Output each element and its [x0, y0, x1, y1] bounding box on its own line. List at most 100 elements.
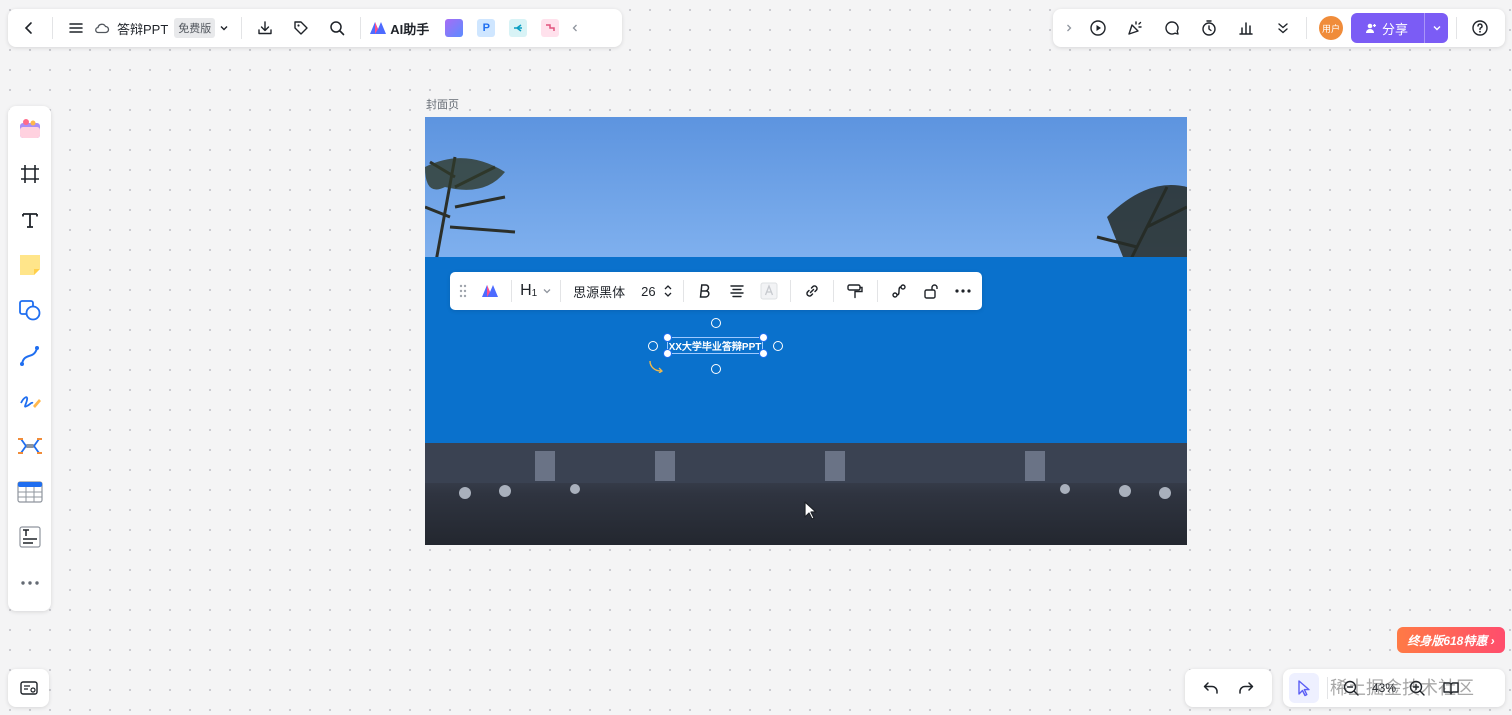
comment-button[interactable] [1157, 13, 1187, 43]
mindmap-tool[interactable] [13, 430, 47, 464]
heading-select[interactable]: H 1 [520, 282, 552, 300]
ai-assistant-button[interactable]: AI助手 [369, 19, 429, 38]
resize-handle-bottom-left[interactable] [663, 349, 672, 358]
zoom-in-button[interactable] [1402, 673, 1432, 703]
app-shortcut-1[interactable] [439, 13, 469, 43]
background-photo-ground [425, 443, 1187, 545]
font-size-stepper[interactable] [662, 277, 675, 305]
connector-tool[interactable] [13, 339, 47, 373]
app-shortcut-4[interactable] [535, 13, 565, 43]
frame-tool[interactable] [13, 157, 47, 191]
party-popper-icon [1128, 21, 1142, 35]
zoom-out-icon [1343, 680, 1359, 696]
table-tool[interactable] [13, 475, 47, 509]
gradient-app-icon [445, 19, 464, 37]
promo-badge[interactable]: 终身版618特惠 › [1397, 627, 1505, 653]
app-shortcut-3[interactable] [503, 13, 533, 43]
resize-handle-bottom-right[interactable] [759, 349, 768, 358]
more-horizontal-icon [20, 580, 39, 585]
divider [790, 280, 792, 302]
connect-button[interactable] [886, 277, 912, 305]
ai-logo-icon [370, 22, 387, 34]
heading-level: 1 [531, 288, 538, 299]
bar-chart-icon [1239, 22, 1253, 35]
bold-icon [699, 284, 710, 298]
drag-handle[interactable] [456, 277, 471, 305]
search-icon [330, 21, 345, 36]
text-color-icon [760, 282, 778, 300]
text-color-button[interactable] [756, 277, 782, 305]
resize-handle-top-right[interactable] [759, 333, 768, 342]
more-tools-button[interactable] [1268, 13, 1298, 43]
align-button[interactable] [724, 277, 750, 305]
template-icon [19, 118, 40, 138]
undo-button[interactable] [1196, 673, 1226, 703]
text-block-tool[interactable] [13, 520, 47, 554]
format-painter-button[interactable] [842, 277, 868, 305]
card-settings-icon [19, 681, 38, 695]
shape-tool[interactable] [13, 293, 47, 327]
lock-button[interactable] [918, 277, 944, 305]
mindmap-app-icon [509, 19, 528, 37]
pen-tool[interactable] [13, 384, 47, 418]
menu-button[interactable] [61, 13, 91, 43]
sticky-note-icon [19, 255, 40, 275]
vote-button[interactable] [1231, 13, 1261, 43]
bottom-left-toolbar [8, 669, 49, 707]
document-title[interactable]: 答辩PPT [117, 19, 168, 38]
top-right-toolbar: 用户 分享 [1053, 9, 1505, 47]
divider [241, 17, 243, 39]
heading-label: H [520, 282, 532, 299]
resize-handle-top-left[interactable] [663, 333, 672, 342]
share-dropdown[interactable] [1424, 13, 1448, 43]
rotate-handle-top[interactable] [711, 318, 721, 328]
zoom-level[interactable]: 43% [1372, 681, 1396, 695]
redo-button[interactable] [1231, 673, 1261, 703]
back-button[interactable] [14, 13, 44, 43]
sticky-note-tool[interactable] [13, 248, 47, 282]
connect-handle-bottom[interactable] [711, 364, 721, 374]
divider [511, 280, 513, 302]
font-family-select[interactable]: 思源黑体 [573, 282, 625, 301]
collapse-apps-button[interactable] [565, 13, 585, 43]
celebrate-button[interactable] [1120, 13, 1150, 43]
minimap-button[interactable] [14, 673, 44, 703]
chevron-down-icon [543, 289, 551, 294]
bold-button[interactable] [692, 277, 718, 305]
help-icon [1472, 20, 1488, 36]
zoom-out-button[interactable] [1336, 673, 1366, 703]
selected-text-element[interactable]: XX大学毕业答辩PPT [667, 337, 763, 354]
link-button[interactable] [799, 277, 825, 305]
text-icon [21, 212, 38, 228]
expand-toolbar-button[interactable] [1059, 13, 1079, 43]
zoom-in-icon [1409, 680, 1425, 696]
title-dropdown[interactable] [215, 13, 233, 43]
mindmap-icon [17, 438, 42, 455]
app-shortcut-2[interactable]: P [471, 13, 501, 43]
fit-view-button[interactable] [1436, 673, 1466, 703]
chevron-left-icon [572, 24, 578, 32]
font-size-input[interactable]: 26 [641, 284, 662, 299]
cloud-sync-status[interactable] [91, 13, 113, 43]
divider [1306, 17, 1307, 39]
connect-handle-left[interactable] [648, 341, 658, 351]
slide-frame[interactable] [425, 117, 1187, 545]
help-button[interactable] [1465, 13, 1495, 43]
ai-format-button[interactable] [477, 277, 503, 305]
tag-button[interactable] [286, 13, 316, 43]
plan-badge[interactable]: 免费版 [174, 18, 216, 38]
more-options-button[interactable] [950, 277, 976, 305]
more-tools-button[interactable] [13, 566, 47, 600]
share-button[interactable]: 分享 [1351, 13, 1448, 43]
search-button[interactable] [322, 13, 352, 43]
template-tool[interactable] [13, 112, 47, 146]
select-mode-button[interactable] [1289, 673, 1319, 703]
connect-handle-right[interactable] [773, 341, 783, 351]
pen-icon [19, 396, 41, 409]
present-button[interactable] [1083, 13, 1113, 43]
timer-button[interactable] [1194, 13, 1224, 43]
frame-label[interactable]: 封面页 [426, 96, 459, 112]
download-button[interactable] [250, 13, 280, 43]
text-tool[interactable] [13, 203, 47, 237]
avatar[interactable]: 用户 [1319, 16, 1343, 40]
